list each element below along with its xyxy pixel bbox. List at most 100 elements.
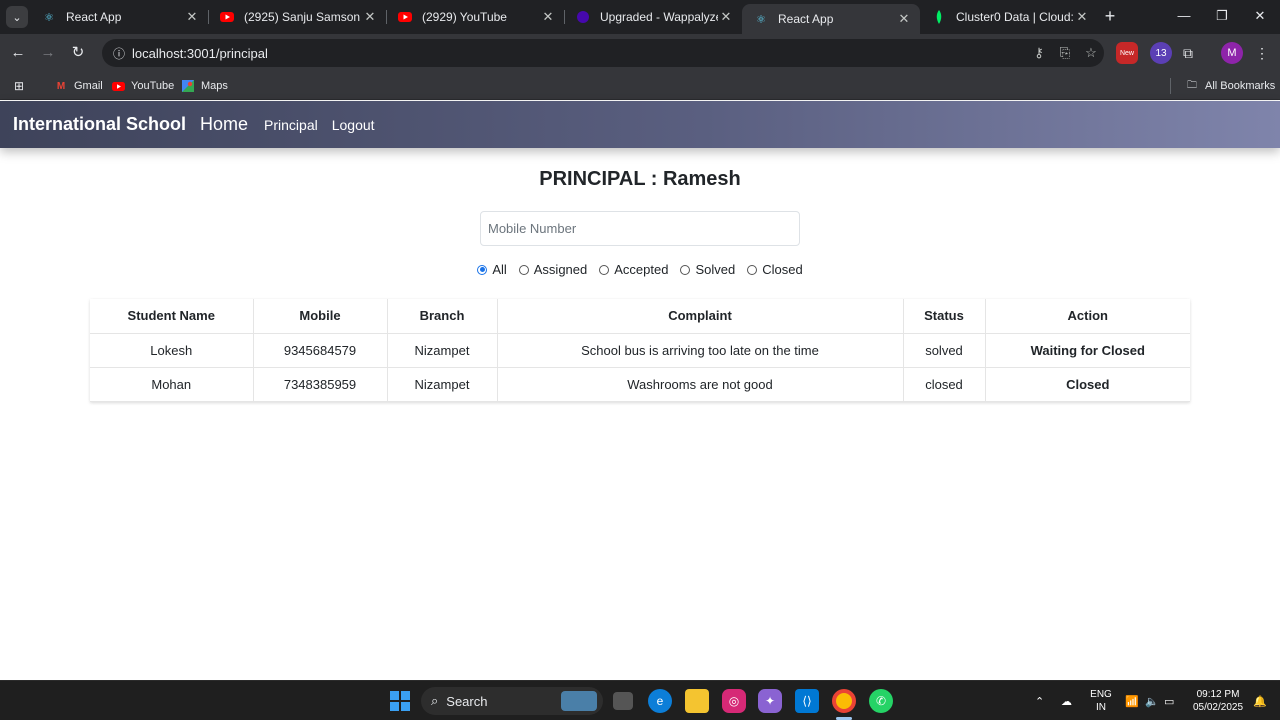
tab-title: React App [778,12,834,26]
onedrive-icon[interactable]: ☁ [1061,681,1072,721]
url-text[interactable]: localhost:3001/principal [132,46,1026,61]
extension-badge-count: 13 [1155,47,1167,59]
filter-label: Closed [762,262,803,277]
extension-new-icon[interactable]: New [1116,42,1138,64]
tab-search-button[interactable]: ⌄ [6,6,28,28]
bookmark-gmail[interactable]: M Gmail [54,77,103,95]
filter-closed[interactable]: Closed [747,262,803,277]
nav-logout-link[interactable]: Logout [332,117,375,133]
brand-link[interactable]: International School [13,114,186,135]
browser-tab-active[interactable]: ⚛ React App ✕ [742,4,920,34]
language-indicator[interactable]: ENG IN [1088,688,1114,714]
extensions-puzzle-icon[interactable]: ⧉ [1177,42,1199,64]
close-icon[interactable]: ✕ [184,9,200,25]
filter-label: Accepted [614,262,669,277]
wappalyzer-icon [576,10,590,24]
more-menu-icon[interactable]: ⋮ [1251,42,1273,64]
task-view-icon[interactable] [613,692,633,710]
address-bar[interactable]: ⓘ localhost:3001/principal ⚷ ⎘ ☆ [102,39,1104,67]
chrome-icon[interactable] [832,689,856,713]
browser-tab[interactable]: (2929) YouTube ✕ [386,0,564,34]
page-title: PRINCIPAL : Ramesh [539,168,741,190]
status-cell: closed [903,367,986,402]
table-row: Mohan 7348385959 Nizampet Washrooms are … [90,367,1190,402]
browser-tab[interactable]: Cluster0 Data | Cloud: Mo ✕ [920,0,1098,34]
radio-button[interactable] [599,264,610,275]
close-icon[interactable]: ✕ [1074,9,1090,25]
windows-start-icon[interactable] [388,689,412,713]
extension-badge-new: New [1119,49,1134,57]
edge-browser-icon[interactable]: e [648,689,672,713]
column-header-branch: Branch [387,299,498,334]
tray-overflow-icon[interactable]: ⌃ [1035,681,1044,721]
new-tab-button[interactable]: + [1100,6,1120,26]
reload-button[interactable]: ↻ [67,42,89,64]
browser-tab[interactable]: Upgraded - Wappalyzer ✕ [564,0,742,34]
all-bookmarks-label: All Bookmarks [1205,80,1276,92]
bookmark-maps[interactable]: Maps [181,77,228,95]
restore-button[interactable]: ❐ [1210,6,1234,26]
table-row: Lokesh 9345684579 Nizampet School bus is… [90,333,1190,368]
tab-title: (2925) Sanju Samson & Su [244,10,362,24]
react-icon: ⚛ [44,11,54,24]
branch-cell: Nizampet [387,333,498,368]
taskbar-search-label: Search [446,693,488,709]
profile-avatar[interactable]: M [1221,42,1243,64]
close-icon[interactable]: ✕ [362,9,378,25]
mobile-number-input[interactable] [480,211,800,246]
close-icon[interactable]: ✕ [540,9,556,25]
file-explorer-icon[interactable] [685,689,709,713]
filter-label: All [492,262,507,277]
password-key-icon[interactable]: ⚷ [1026,45,1052,61]
battery-icon[interactable]: ▭ [1164,681,1174,721]
bookmark-label: Gmail [74,80,103,92]
bookmark-star-icon[interactable]: ☆ [1078,45,1104,61]
bookmark-youtube[interactable]: YouTube [111,77,174,95]
site-info-icon[interactable]: ⓘ [108,45,130,62]
install-app-icon[interactable]: ⎘ [1052,45,1078,61]
search-icon: ⌕ [431,693,439,708]
instagram-icon[interactable]: ◎ [722,689,746,713]
taskbar-search-box[interactable]: ⌕ Search [421,687,603,715]
close-icon[interactable]: ✕ [718,9,734,25]
tab-title: Cluster0 Data | Cloud: Mo [956,10,1074,24]
wifi-icon[interactable]: 📶 [1125,681,1139,721]
close-icon[interactable]: ✕ [896,11,912,27]
radio-button[interactable] [518,264,529,275]
volume-icon[interactable]: 🔈 [1145,681,1159,721]
mongodb-leaf-icon [932,10,946,24]
browser-tab[interactable]: ⚛ React App ✕ [30,0,208,34]
action-cell: Closed [985,367,1190,402]
windows-taskbar: ⌕ Search e ◎ ✦ ⟨⟩ ✆ ⌃ ☁ ENG IN 📶 🔈 ▭ 09:… [0,680,1280,720]
minimize-button[interactable]: — [1172,6,1196,26]
all-bookmarks-button[interactable]: 🗀 All Bookmarks [1185,77,1275,95]
radio-button[interactable] [747,264,758,275]
extension-count-icon[interactable]: 13 [1150,42,1172,64]
back-button[interactable]: ← [7,42,29,64]
complaint-cell: Washrooms are not good [497,367,904,402]
column-header-mobile: Mobile [253,299,388,334]
nav-principal-link[interactable]: Principal [264,117,318,133]
apps-grid-icon[interactable]: ⊞ [14,77,24,95]
filter-assigned[interactable]: Assigned [518,262,587,277]
branch-cell: Nizampet [387,367,498,402]
whatsapp-icon[interactable]: ✆ [869,689,893,713]
browser-tab-strip: ⌄ ⚛ React App ✕ (2925) Sanju Samson & Su… [0,0,1280,34]
filter-accepted[interactable]: Accepted [599,262,668,277]
vscode-icon[interactable]: ⟨⟩ [795,689,819,713]
search-highlight-icon [561,691,597,711]
window-close-button[interactable]: ✕ [1248,6,1272,26]
status-cell: solved [903,333,986,368]
radio-button[interactable] [680,264,691,275]
filter-all[interactable]: All [477,262,507,277]
filter-solved[interactable]: Solved [680,262,735,277]
copilot-icon[interactable]: ✦ [758,689,782,713]
notification-bell-icon[interactable]: 🔔 [1253,681,1267,721]
radio-button[interactable] [477,264,488,275]
system-clock[interactable]: 09:12 PM 05/02/2025 [1188,688,1248,714]
status-filter-group: All Assigned Accepted Solved Closed [0,262,1280,277]
browser-tab[interactable]: (2925) Sanju Samson & Su ✕ [208,0,386,34]
nav-home-link[interactable]: Home [200,114,248,135]
bookmarks-divider [1170,78,1171,94]
forward-button[interactable]: → [37,42,59,64]
